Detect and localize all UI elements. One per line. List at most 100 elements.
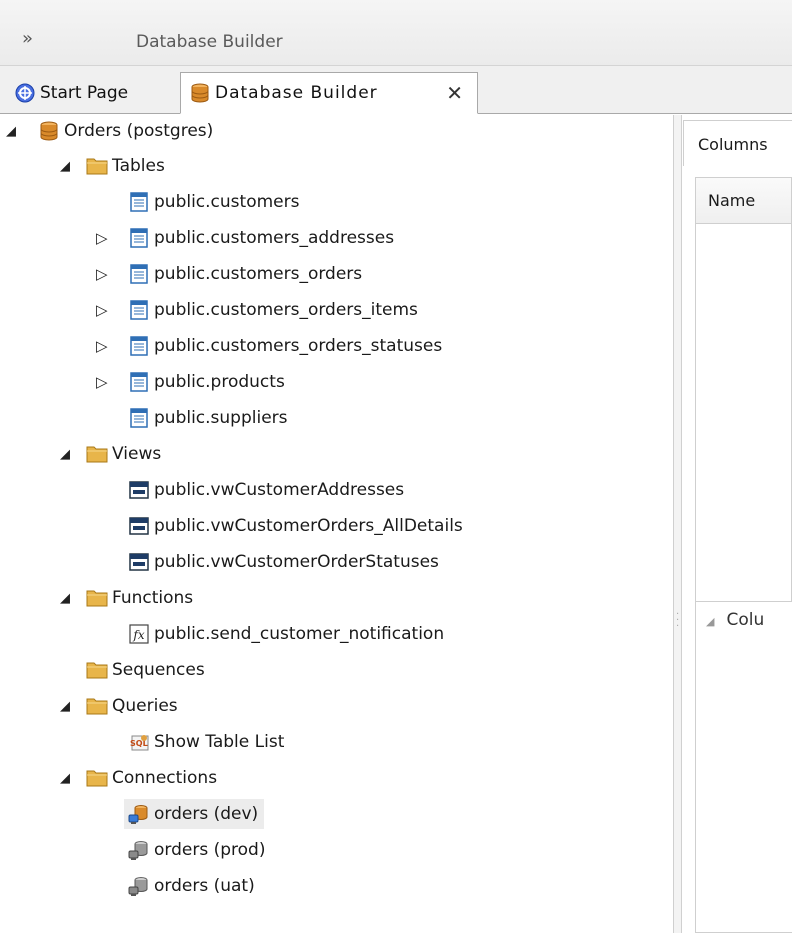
start-page-icon <box>15 83 35 103</box>
collapse-arrow-icon[interactable] <box>6 125 20 139</box>
expand-arrow-icon[interactable] <box>96 339 110 353</box>
table-item[interactable]: public.customers_orders_statuses <box>128 331 442 361</box>
tree-node-label: public.vwCustomerAddresses <box>154 480 405 500</box>
collapse-triangle-icon[interactable]: ◢ <box>706 615 714 628</box>
connections-folder-icon <box>86 767 108 789</box>
database-tree: Orders (postgres) Tables public.customer… <box>0 115 674 933</box>
tree-folder-connections[interactable]: Connections <box>86 763 217 793</box>
table-item[interactable]: public.customers <box>128 187 299 217</box>
property-group-label: Colu <box>726 610 765 630</box>
tab-label: Start Page <box>40 83 129 103</box>
expand-arrow-icon[interactable] <box>96 267 110 281</box>
table-item[interactable]: public.customers_addresses <box>128 223 394 253</box>
views-folder-icon <box>86 443 108 465</box>
expand-arrow-icon[interactable] <box>96 303 110 317</box>
tab-bar: Start Page Database Builder ✕ <box>0 66 792 114</box>
tree-node-label: public.customers_orders_items <box>154 300 418 320</box>
table-icon <box>128 407 150 429</box>
tab-columns[interactable]: Columns <box>683 120 792 166</box>
database-icon <box>38 120 60 142</box>
tree-node-label: public.customers_orders_statuses <box>154 336 443 356</box>
functions-folder-icon <box>86 587 108 609</box>
tree-node-label: Queries <box>112 696 178 716</box>
tree-folder-tables[interactable]: Tables <box>86 151 165 181</box>
tab-label: Database Builder <box>215 83 378 103</box>
view-icon <box>128 551 150 573</box>
tree-node-label: Orders (postgres) <box>64 121 214 141</box>
tree-folder-functions[interactable]: Functions <box>86 583 193 613</box>
table-item[interactable]: public.suppliers <box>128 403 288 433</box>
tree-node-label: public.products <box>154 372 285 392</box>
tab-start-page[interactable]: Start Page <box>14 72 128 114</box>
table-item[interactable]: public.customers_orders <box>128 259 362 289</box>
grid-header-label: Name <box>708 191 756 210</box>
tree-node-label: public.customers_orders <box>154 264 363 284</box>
tab-label: Columns <box>698 135 768 154</box>
sql-query-icon <box>128 731 150 753</box>
tree-node-label: public.customers <box>154 192 300 212</box>
table-item[interactable]: public.customers_orders_items <box>128 295 418 325</box>
connection-item-selected[interactable]: orders (dev) <box>124 799 265 829</box>
tree-node-label: orders (prod) <box>154 840 266 860</box>
collapse-arrow-icon[interactable] <box>60 700 74 714</box>
tree-folder-views[interactable]: Views <box>86 439 161 469</box>
tree-folder-queries[interactable]: Queries <box>86 691 178 721</box>
tree-node-label: Sequences <box>112 660 205 680</box>
query-item[interactable]: Show Table List <box>128 727 284 757</box>
table-item[interactable]: public.products <box>128 367 285 397</box>
database-builder-icon <box>189 82 211 104</box>
tree-node-label: Views <box>112 444 162 464</box>
tree-node-label: Functions <box>112 588 194 608</box>
view-item[interactable]: public.vwCustomerOrders_AllDetails <box>128 511 463 541</box>
expand-arrow-icon[interactable] <box>96 231 110 245</box>
title-bar: » Database Builder <box>0 0 792 66</box>
splitter-grip-icon[interactable]: · · · <box>676 610 679 632</box>
tree-node-label: public.send_customer_notification <box>154 624 445 644</box>
collapse-arrow-icon[interactable] <box>60 772 74 786</box>
tree-folder-sequences[interactable]: Sequences <box>86 655 205 685</box>
column-properties-panel: ◢ Colu <box>695 601 792 933</box>
expand-arrow-icon[interactable] <box>96 375 110 389</box>
active-connection-icon <box>128 803 150 825</box>
function-item[interactable]: public.send_customer_notification <box>128 619 444 649</box>
details-pane: Columns Name ◢ Colu <box>683 115 792 933</box>
connection-item[interactable]: orders (prod) <box>128 835 265 865</box>
queries-folder-icon <box>86 695 108 717</box>
function-icon <box>128 623 150 645</box>
tree-node-label: public.suppliers <box>154 408 288 428</box>
tree-node-label: public.vwCustomerOrders_AllDetails <box>154 516 463 536</box>
columns-grid: Name <box>695 177 792 632</box>
sequences-folder-icon <box>86 659 108 681</box>
tree-node-label: Tables <box>112 156 165 176</box>
property-group-header[interactable]: ◢ Colu <box>696 602 792 640</box>
tree-node-label: Connections <box>112 768 218 788</box>
expand-chevron-icon[interactable]: » <box>22 30 33 48</box>
connection-item[interactable]: orders (uat) <box>128 871 255 901</box>
tree-node-label: public.vwCustomerOrderStatuses <box>154 552 439 572</box>
table-icon <box>128 299 150 321</box>
table-icon <box>128 371 150 393</box>
tables-folder-icon <box>86 155 108 177</box>
window-title: Database Builder <box>136 32 283 52</box>
close-icon[interactable]: ✕ <box>446 81 463 105</box>
table-icon <box>128 191 150 213</box>
view-icon <box>128 515 150 537</box>
pane-splitter[interactable] <box>674 115 682 933</box>
table-icon <box>128 263 150 285</box>
connection-icon <box>128 839 150 861</box>
table-icon <box>128 335 150 357</box>
tab-database-builder[interactable]: Database Builder ✕ <box>180 72 478 114</box>
tree-node-label: Show Table List <box>154 732 285 752</box>
tree-node-label: orders (uat) <box>154 876 255 896</box>
collapse-arrow-icon[interactable] <box>60 448 74 462</box>
collapse-arrow-icon[interactable] <box>60 592 74 606</box>
tree-node-label: orders (dev) <box>154 804 259 824</box>
tree-node-label: public.customers_addresses <box>154 228 395 248</box>
view-item[interactable]: public.vwCustomerOrderStatuses <box>128 547 439 577</box>
table-icon <box>128 227 150 249</box>
collapse-arrow-icon[interactable] <box>60 160 74 174</box>
view-icon <box>128 479 150 501</box>
view-item[interactable]: public.vwCustomerAddresses <box>128 475 404 505</box>
tree-node-root[interactable]: Orders (postgres) <box>38 116 213 146</box>
grid-header-name[interactable]: Name <box>696 178 791 224</box>
